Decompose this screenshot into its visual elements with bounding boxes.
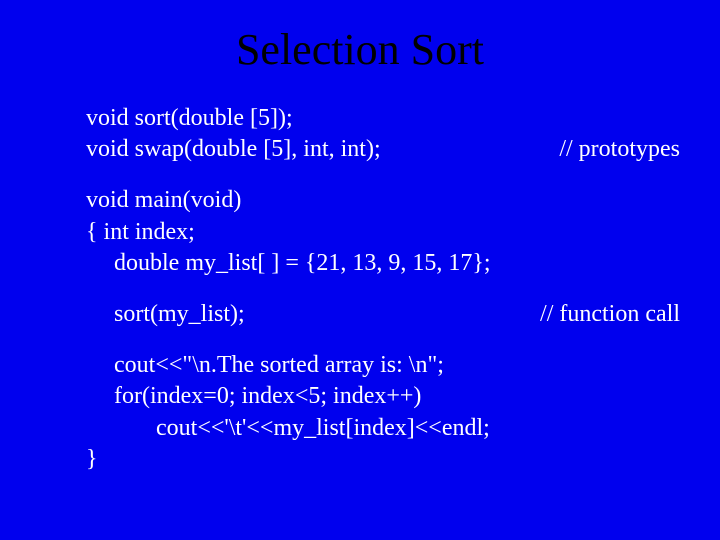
slide-body: void sort(double [5]); void swap(double … <box>0 103 720 475</box>
code-line-2: void swap(double [5], int, int); // prot… <box>86 134 680 165</box>
code-line-3: void main(void) <box>86 185 680 216</box>
code-line-4: { int index; <box>86 217 680 248</box>
code-line-6: sort(my_list); // function call <box>86 299 680 330</box>
code-line-6-comment: // function call <box>540 299 680 330</box>
code-line-9: cout<<'\t'<<my_list[index]<<endl; <box>86 413 680 444</box>
code-line-1: void sort(double [5]); <box>86 103 680 134</box>
slide: Selection Sort void sort(double [5]); vo… <box>0 0 720 540</box>
code-line-10: } <box>86 444 680 475</box>
code-line-2-left: void swap(double [5], int, int); <box>86 134 381 165</box>
code-line-6-left: sort(my_list); <box>86 299 245 330</box>
code-line-5: double my_list[ ] = {21, 13, 9, 15, 17}; <box>86 248 680 279</box>
code-line-7: cout<<"\n.The sorted array is: \n"; <box>86 350 680 381</box>
code-line-8: for(index=0; index<5; index++) <box>86 381 680 412</box>
code-line-2-comment: // prototypes <box>559 134 680 165</box>
slide-title: Selection Sort <box>0 24 720 75</box>
